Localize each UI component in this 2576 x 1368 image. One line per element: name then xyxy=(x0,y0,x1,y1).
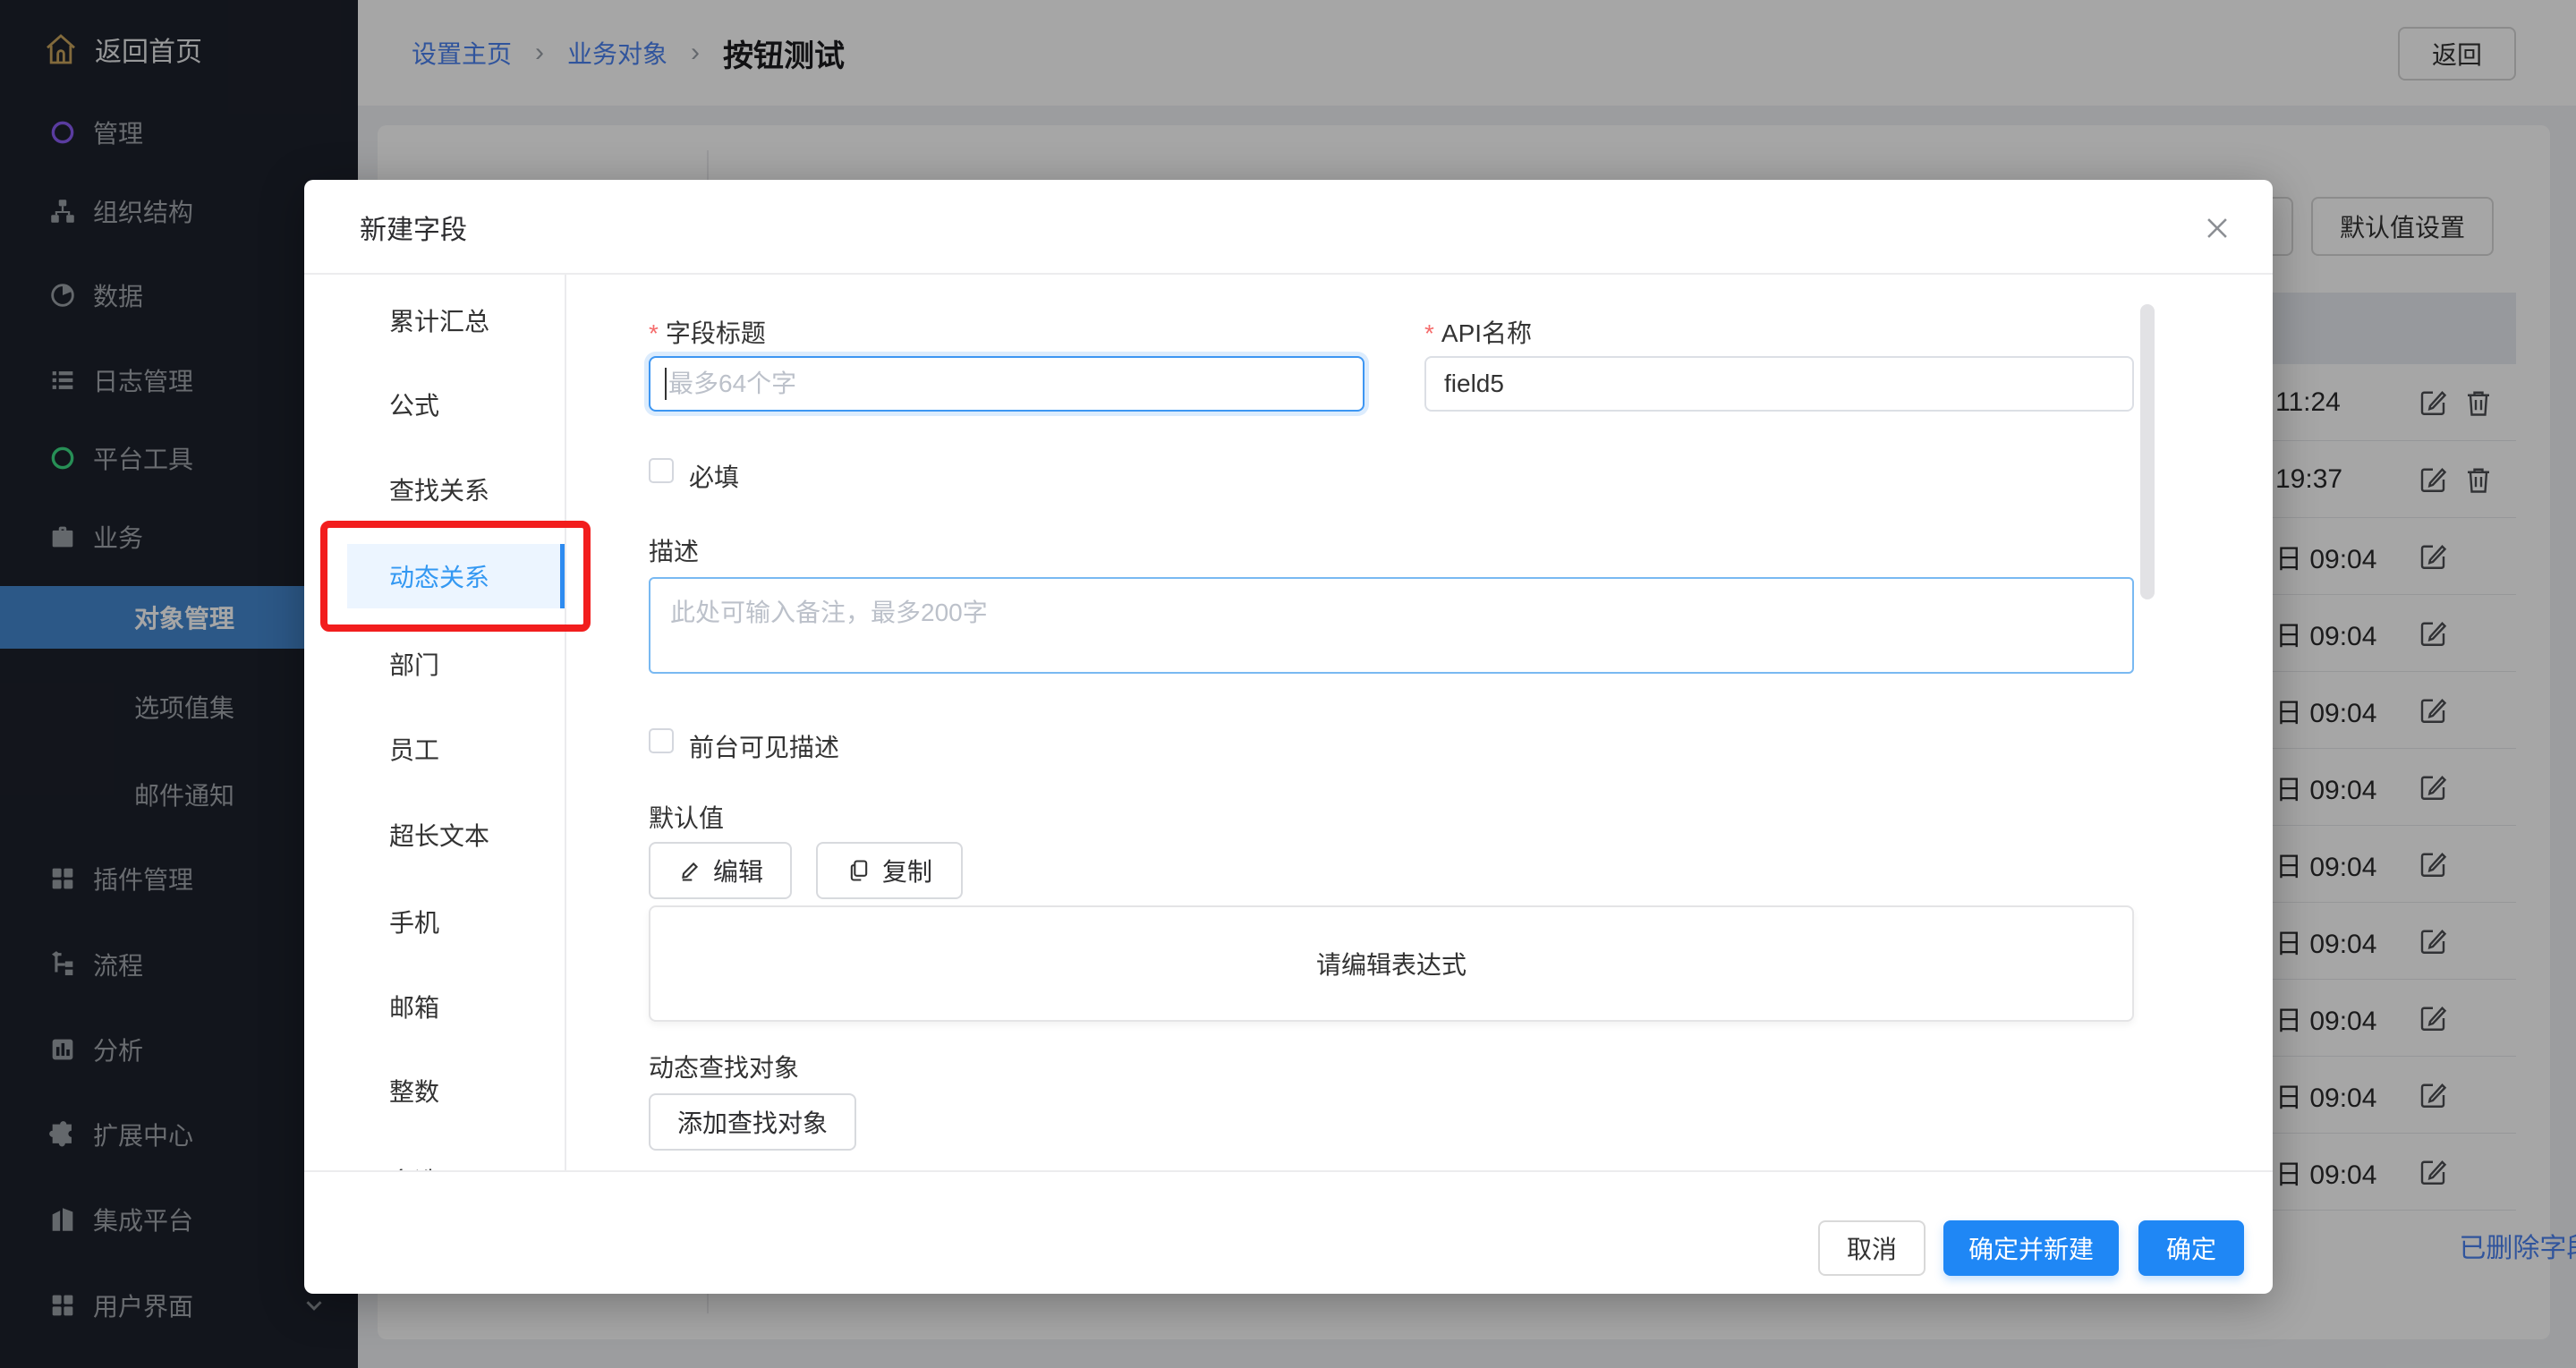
field-type-label: 整数 xyxy=(389,1073,439,1109)
required-asterisk: * xyxy=(1424,319,1434,347)
add-lookup-object-button[interactable]: 添加查找对象 xyxy=(649,1093,856,1151)
dynamic-lookup-label: 动态查找对象 xyxy=(649,1049,799,1084)
expression-editor-box[interactable]: 请编辑表达式 xyxy=(649,905,2134,1022)
add-lookup-label: 添加查找对象 xyxy=(677,1104,828,1140)
field-type-label: 员工 xyxy=(389,731,439,767)
edit-expression-button[interactable]: 编辑 xyxy=(649,842,792,899)
field-title-label: *字段标题 xyxy=(649,314,766,350)
front-visible-checkbox[interactable] xyxy=(649,728,674,753)
field-title-input[interactable] xyxy=(649,356,1365,412)
front-visible-label: 前台可见描述 xyxy=(689,728,839,764)
modal-title: 新建字段 xyxy=(360,180,467,275)
field-type-nav-item-6[interactable]: 超长文本 xyxy=(304,803,566,867)
api-name-label: *API名称 xyxy=(1424,314,1532,350)
copy-expression-button[interactable]: 复制 xyxy=(816,842,963,899)
close-icon[interactable] xyxy=(2198,208,2237,248)
field-type-label: 手机 xyxy=(389,904,439,939)
app-screen: 返回首页 管理组织结构数据日志管理平台工具业务对象管理选项值集邮件通知插件管理流… xyxy=(0,0,2576,1368)
field-type-label: 动态关系 xyxy=(389,558,489,594)
field-type-nav-item-2[interactable]: 查找关系 xyxy=(304,457,566,522)
field-type-label: 邮箱 xyxy=(389,989,439,1024)
field-type-nav-item-3[interactable]: 动态关系 xyxy=(347,544,566,608)
copy-button-label: 复制 xyxy=(882,853,932,888)
text-caret xyxy=(665,368,667,400)
default-value-label: 默认值 xyxy=(649,799,724,835)
field-type-nav: 累计汇总公式查找关系动态关系部门员工超长文本手机邮箱整数多选 xyxy=(304,275,566,1170)
required-asterisk: * xyxy=(649,319,659,347)
field-type-nav-item-8[interactable]: 邮箱 xyxy=(304,974,566,1039)
field-type-label: 累计汇总 xyxy=(389,302,489,338)
field-type-nav-item-1[interactable]: 公式 xyxy=(304,372,566,437)
description-textarea[interactable] xyxy=(649,577,2134,674)
modal-footer: 取消 确定并新建 确定 xyxy=(304,1170,2273,1294)
edit-button-label: 编辑 xyxy=(713,853,763,888)
field-type-nav-item-7[interactable]: 手机 xyxy=(304,889,566,954)
field-type-label: 超长文本 xyxy=(389,817,489,853)
field-type-label: 公式 xyxy=(389,387,439,422)
selected-indicator-bar xyxy=(560,544,566,608)
modal-header: 新建字段 xyxy=(304,180,2273,275)
cancel-button[interactable]: 取消 xyxy=(1818,1220,1926,1276)
field-type-nav-item-10[interactable]: 多选 xyxy=(304,1148,566,1170)
confirm-button[interactable]: 确定 xyxy=(2138,1220,2244,1276)
field-type-label: 多选 xyxy=(389,1162,439,1170)
description-label: 描述 xyxy=(649,532,699,568)
field-type-nav-item-4[interactable]: 部门 xyxy=(304,632,566,696)
field-type-nav-item-5[interactable]: 员工 xyxy=(304,717,566,781)
confirm-and-new-button[interactable]: 确定并新建 xyxy=(1943,1220,2119,1276)
field-type-nav-item-0[interactable]: 累计汇总 xyxy=(304,288,566,353)
expression-placeholder: 请编辑表达式 xyxy=(1316,946,1467,981)
field-type-nav-item-9[interactable]: 整数 xyxy=(304,1058,566,1123)
api-name-input[interactable] xyxy=(1424,356,2134,412)
pencil-icon xyxy=(677,858,702,883)
modal-scrollbar-thumb[interactable] xyxy=(2140,304,2155,599)
new-field-modal: 新建字段 累计汇总公式查找关系动态关系部门员工超长文本手机邮箱整数多选 *字段标… xyxy=(304,180,2273,1294)
required-checkbox-label: 必填 xyxy=(689,458,739,494)
copy-icon xyxy=(846,858,871,883)
required-checkbox[interactable] xyxy=(649,458,674,483)
field-type-label: 查找关系 xyxy=(389,472,489,507)
field-type-label: 部门 xyxy=(389,646,439,682)
